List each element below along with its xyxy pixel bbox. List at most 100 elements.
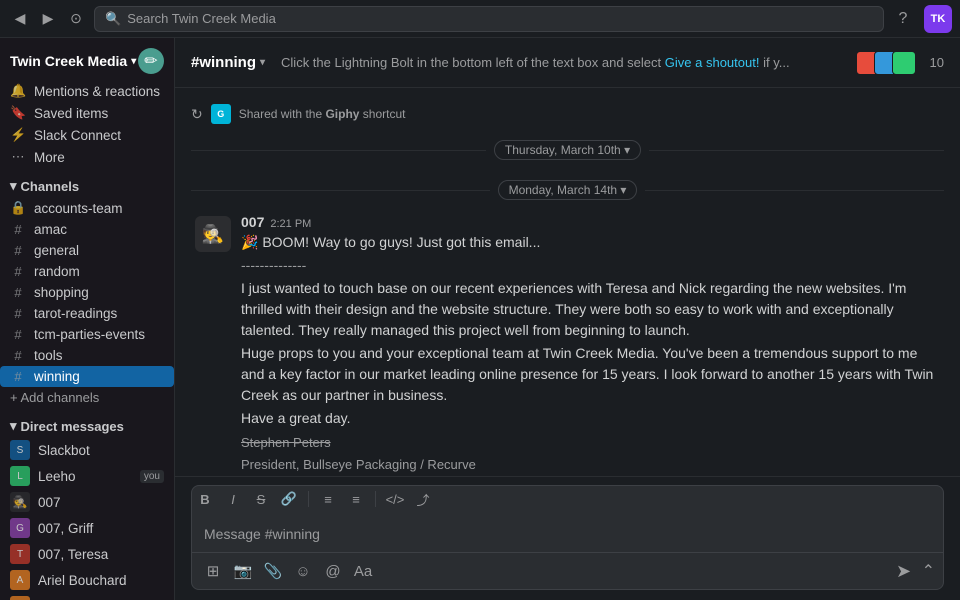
- lightning-button[interactable]: ⊞: [200, 558, 226, 584]
- channel-name: accounts-team: [34, 201, 164, 216]
- expand-icon[interactable]: ⌃: [922, 561, 935, 581]
- shoutout-link[interactable]: Give a shoutout!: [665, 55, 760, 70]
- back-button[interactable]: ◀: [8, 7, 32, 31]
- message-input[interactable]: [192, 516, 943, 552]
- you-badge: you: [140, 470, 164, 483]
- bold-button[interactable]: B: [192, 486, 218, 512]
- sidebar: Twin Creek Media ▾ ✏ 🔔 Mentions & reacti…: [0, 38, 175, 600]
- date-label[interactable]: Monday, March 14th ▾: [498, 180, 638, 200]
- camera-button[interactable]: 📷: [230, 558, 256, 584]
- help-button[interactable]: ?: [890, 6, 916, 32]
- channel-name: shopping: [34, 285, 164, 300]
- main-layout: Twin Creek Media ▾ ✏ 🔔 Mentions & reacti…: [0, 38, 960, 600]
- dm-section-header[interactable]: ▾ Direct messages: [0, 408, 174, 437]
- channel-random[interactable]: # random: [0, 261, 174, 282]
- send-button[interactable]: ➤: [890, 557, 918, 585]
- channels-section-header[interactable]: ▾ Channels: [0, 168, 174, 197]
- lightning-icon: ⚡: [10, 127, 26, 143]
- hash-icon: #: [10, 243, 26, 258]
- giphy-shared-notice: ↻ G Shared with the Giphy shortcut: [191, 100, 944, 128]
- search-bar[interactable]: 🔍 Search Twin Creek Media: [94, 6, 884, 32]
- dm-007[interactable]: 🕵 007: [0, 489, 174, 515]
- channel-amac[interactable]: # amac: [0, 219, 174, 240]
- italic-button[interactable]: I: [220, 486, 246, 512]
- refresh-icon: ↻: [191, 106, 203, 123]
- channel-tcm-parties-events[interactable]: # tcm-parties-events: [0, 324, 174, 345]
- sidebar-item-label: Saved items: [34, 106, 164, 121]
- member-count[interactable]: 10: [930, 55, 944, 70]
- hash-icon: #: [10, 369, 26, 384]
- topbar: ◀ ▶ ⊙ 🔍 Search Twin Creek Media ? TK: [0, 0, 960, 38]
- dm-ariel-teresa[interactable]: A Ariel Bouchard, Teresa: [0, 593, 174, 600]
- member-avatars[interactable]: [856, 51, 916, 75]
- sidebar-item-slack-connect[interactable]: ⚡ Slack Connect: [0, 124, 174, 146]
- dm-007-griff[interactable]: G 007, Griff: [0, 515, 174, 541]
- channel-accounts-team[interactable]: 🔒 accounts-team: [0, 197, 174, 219]
- topbar-right: ? TK: [890, 5, 952, 33]
- leeho-avatar: L: [10, 466, 30, 486]
- messages-area: ↻ G Shared with the Giphy shortcut Thurs…: [175, 88, 960, 476]
- message-header: 007 2:21 PM: [241, 214, 940, 230]
- more-icon: ⋯: [10, 149, 26, 165]
- workspace-header[interactable]: Twin Creek Media ▾ ✏: [0, 38, 174, 80]
- numbered-list-button[interactable]: ≡: [343, 486, 369, 512]
- dm-name: 007, Griff: [38, 521, 164, 536]
- new-message-button[interactable]: ✏: [138, 48, 164, 74]
- channel-tools[interactable]: # tools: [0, 345, 174, 366]
- chat-area: #winning ▾ Click the Lightning Bolt in t…: [175, 38, 960, 600]
- attachment-button[interactable]: 📎: [260, 558, 286, 584]
- sidebar-item-more[interactable]: ⋯ More: [0, 146, 174, 168]
- message-input-box: B I S 🔗 ≡ ≡ </> ⤴ ⊞ 📷 📎 ☺ @: [191, 485, 944, 590]
- channel-shopping[interactable]: # shopping: [0, 282, 174, 303]
- mention-button[interactable]: @: [320, 558, 346, 584]
- bullet-list-button[interactable]: ≡: [315, 486, 341, 512]
- dm-ariel-bouchard[interactable]: A Ariel Bouchard: [0, 567, 174, 593]
- emoji-button[interactable]: ☺: [290, 558, 316, 584]
- dm-007-teresa[interactable]: T 007, Teresa: [0, 541, 174, 567]
- date-label[interactable]: Thursday, March 10th ▾: [494, 140, 641, 160]
- hash-icon: #: [10, 222, 26, 237]
- channel-tarot-readings[interactable]: # tarot-readings: [0, 303, 174, 324]
- channels-label: Channels: [21, 179, 80, 194]
- channel-name: tools: [34, 348, 164, 363]
- divider-line: [649, 150, 944, 151]
- sidebar-item-saved[interactable]: 🔖 Saved items: [0, 102, 174, 124]
- code-button[interactable]: </>: [382, 486, 408, 512]
- channel-name: general: [34, 243, 164, 258]
- toolbar-separator: [375, 491, 376, 507]
- user-avatar[interactable]: TK: [924, 5, 952, 33]
- link-button[interactable]: 🔗: [276, 486, 302, 512]
- 007-message-avatar: 🕵: [195, 216, 231, 252]
- channel-general[interactable]: # general: [0, 240, 174, 261]
- message-redacted: Stephen Peters President, Bullseye Packa…: [241, 433, 940, 474]
- divider-line: [191, 190, 490, 191]
- quote-button[interactable]: ⤴: [410, 486, 436, 512]
- sidebar-item-label: More: [34, 150, 164, 165]
- channel-name: tarot-readings: [34, 306, 164, 321]
- 007-avatar: 🕵: [10, 492, 30, 512]
- dm-name: Leeho: [38, 469, 132, 484]
- lock-icon: 🔒: [10, 200, 26, 216]
- strikethrough-button[interactable]: S: [248, 486, 274, 512]
- dm-slackbot[interactable]: S Slackbot: [0, 437, 174, 463]
- workspace-name: Twin Creek Media ▾: [10, 53, 136, 69]
- hash-icon: #: [10, 327, 26, 342]
- header-hint: Click the Lightning Bolt in the bottom l…: [281, 55, 848, 70]
- channel-title[interactable]: #winning ▾: [191, 54, 265, 71]
- channel-name-display: #winning: [191, 54, 256, 71]
- dm-leeho[interactable]: L Leeho you: [0, 463, 174, 489]
- channel-winning[interactable]: # winning: [0, 366, 174, 387]
- search-placeholder: Search Twin Creek Media: [127, 11, 276, 26]
- message-007: 🕵 007 2:21 PM 🎉 BOOM! Way to go guys! Ju…: [191, 212, 944, 476]
- history-button[interactable]: ⊙: [64, 7, 88, 31]
- member-avatar-3: [892, 51, 916, 75]
- dm-name: Ariel Bouchard: [38, 573, 164, 588]
- channel-name: random: [34, 264, 164, 279]
- channel-name: tcm-parties-events: [34, 327, 164, 342]
- formatting-button[interactable]: Aa: [350, 558, 376, 584]
- hash-icon: #: [10, 285, 26, 300]
- giphy-icon: G: [211, 104, 231, 124]
- sidebar-item-mentions[interactable]: 🔔 Mentions & reactions: [0, 80, 174, 102]
- forward-button[interactable]: ▶: [36, 7, 60, 31]
- add-channels-button[interactable]: + Add channels: [0, 387, 174, 408]
